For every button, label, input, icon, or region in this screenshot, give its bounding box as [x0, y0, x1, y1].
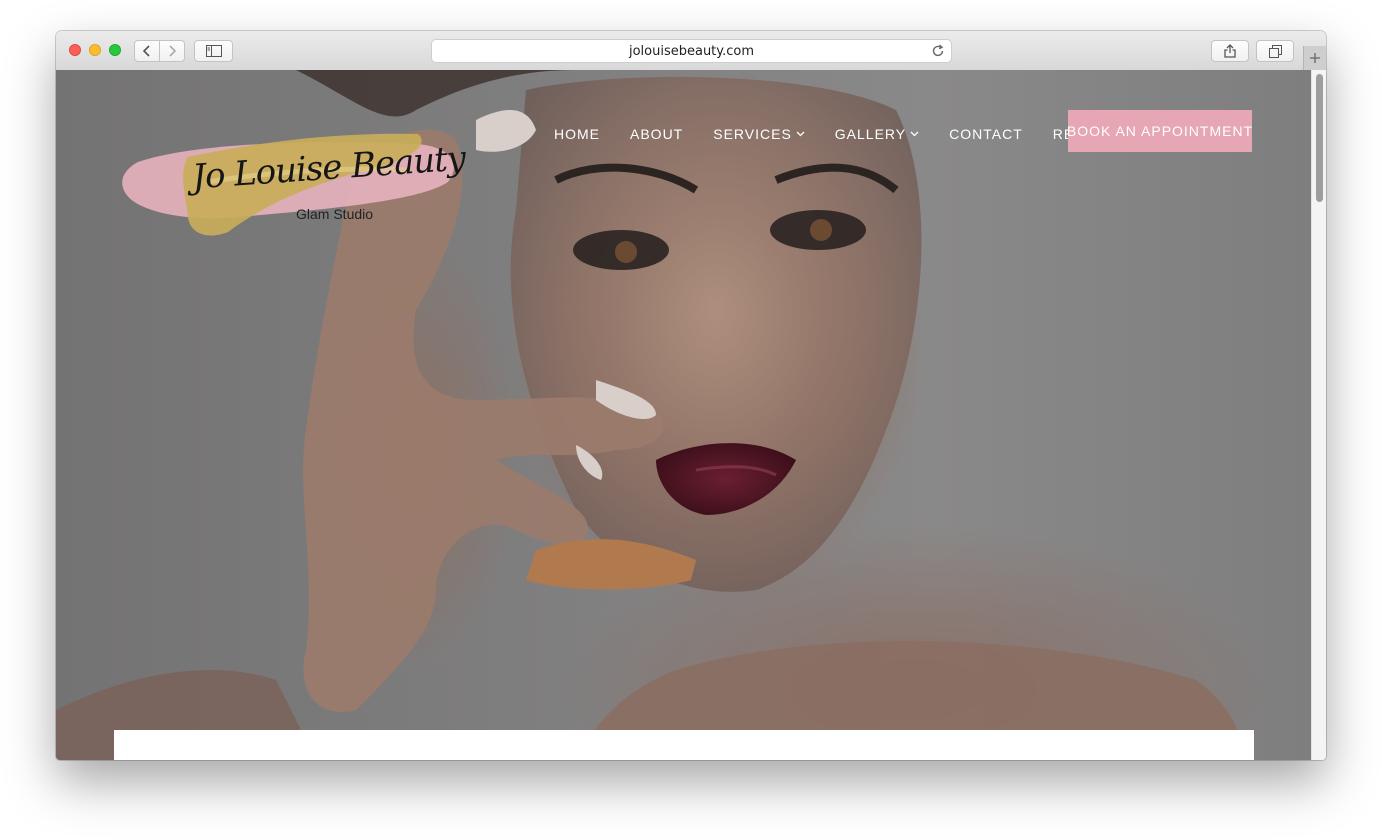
chevron-left-icon — [142, 45, 150, 57]
main-nav: HOME ABOUT SERVICES GALLERY CONTACT REVI… — [554, 126, 1154, 142]
content-panel — [114, 730, 1254, 760]
page-viewport: Jo Louise Beauty Glam Studio HOME ABOUT … — [56, 70, 1326, 760]
hero-section: Jo Louise Beauty Glam Studio HOME ABOUT … — [56, 70, 1311, 760]
page-scrollbar[interactable] — [1311, 70, 1326, 760]
address-bar[interactable]: jolouisebeauty.com — [431, 39, 952, 63]
back-button[interactable] — [134, 40, 160, 62]
history-nav-buttons — [134, 40, 185, 62]
minimize-window-button[interactable] — [89, 44, 101, 56]
nav-item-gallery[interactable]: GALLERY — [835, 126, 919, 142]
book-appointment-button[interactable]: BOOK AN APPOINTMENT — [1067, 110, 1252, 152]
nav-item-label: GALLERY — [834, 126, 907, 142]
reload-icon[interactable] — [931, 44, 945, 58]
sidebar-toggle-button[interactable] — [194, 40, 233, 62]
browser-toolbar: jolouisebeauty.com — [56, 31, 1326, 71]
browser-window: jolouisebeauty.com Jo Louise Beauty Glam… — [56, 31, 1326, 760]
zoom-window-button[interactable] — [109, 44, 121, 56]
nav-item-label: CONTACT — [949, 126, 1023, 142]
logo-tagline: Glam Studio — [296, 206, 374, 222]
chevron-down-icon — [910, 131, 919, 137]
chevron-right-icon — [169, 45, 176, 57]
site-logo[interactable]: Jo Louise Beauty Glam Studio — [118, 122, 466, 244]
close-window-button[interactable] — [69, 44, 81, 56]
nav-item-label: HOME — [554, 126, 600, 142]
share-button[interactable] — [1211, 40, 1249, 62]
sidebar-icon — [205, 45, 222, 57]
forward-button[interactable] — [159, 40, 185, 62]
show-tabs-button[interactable] — [1256, 40, 1294, 62]
url-text: jolouisebeauty.com — [628, 44, 755, 59]
nav-item-contact[interactable]: CONTACT — [949, 126, 1023, 142]
share-icon — [1224, 44, 1236, 58]
tabs-overview-icon — [1268, 44, 1282, 58]
chevron-down-icon — [796, 131, 805, 137]
plus-icon — [1310, 53, 1320, 63]
new-tab-button[interactable] — [1303, 46, 1326, 70]
nav-item-about[interactable]: ABOUT — [630, 126, 683, 142]
nav-item-label: SERVICES — [713, 126, 792, 142]
nav-item-services[interactable]: SERVICES — [713, 126, 805, 142]
nav-item-home[interactable]: HOME — [554, 126, 600, 142]
scrollbar-thumb[interactable] — [1316, 74, 1323, 202]
nav-item-label: ABOUT — [630, 126, 684, 142]
